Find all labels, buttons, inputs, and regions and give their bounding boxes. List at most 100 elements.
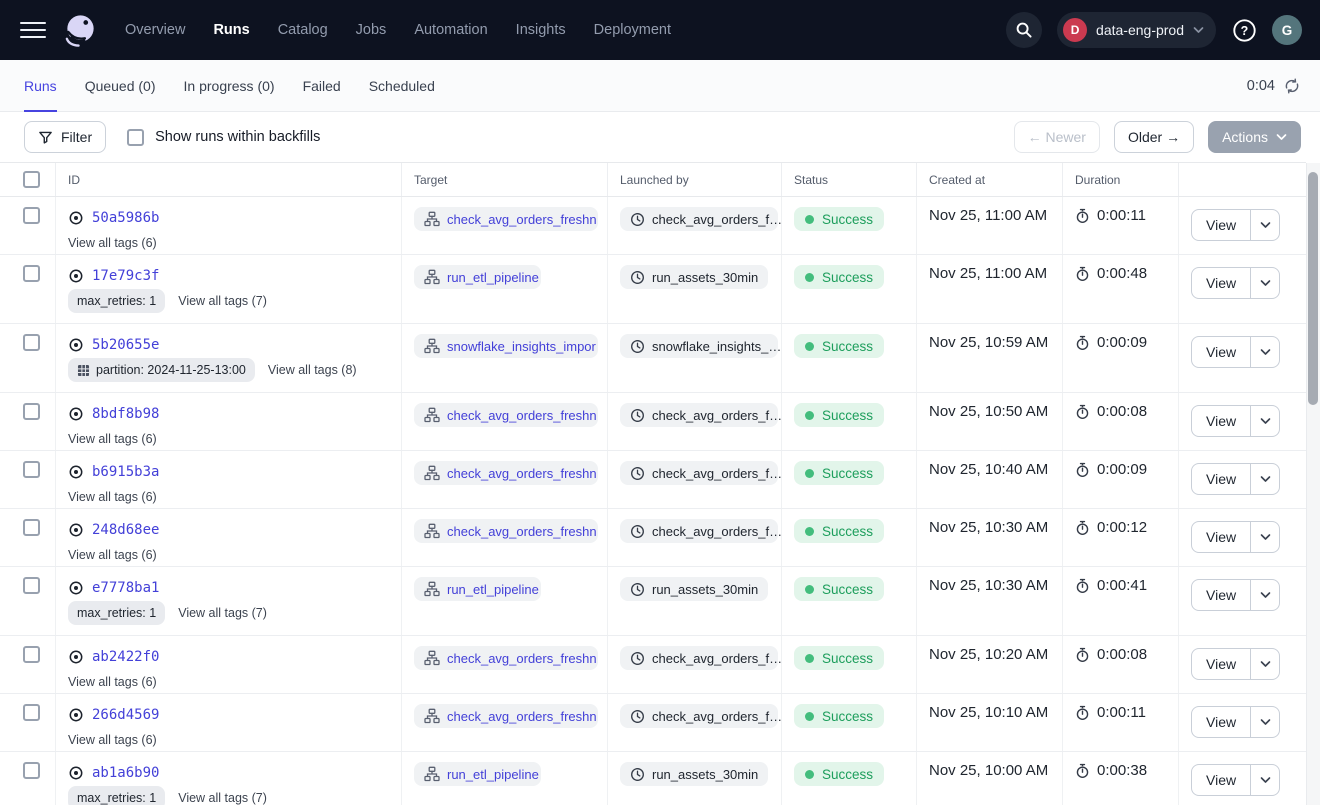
view-button[interactable]: View bbox=[1192, 649, 1250, 679]
run-id-link[interactable]: 8bdf8b98 bbox=[92, 406, 159, 422]
view-dropdown-button[interactable] bbox=[1250, 649, 1279, 679]
tab-scheduled[interactable]: Scheduled bbox=[369, 60, 435, 111]
view-dropdown-button[interactable] bbox=[1250, 406, 1279, 436]
launched-by-pill[interactable]: run_assets_30min bbox=[620, 577, 768, 601]
target-pill[interactable]: snowflake_insights_import bbox=[414, 334, 598, 358]
row-checkbox[interactable] bbox=[23, 461, 40, 478]
tab-queued-0[interactable]: Queued (0) bbox=[85, 60, 156, 111]
row-checkbox[interactable] bbox=[23, 207, 40, 224]
row-checkbox[interactable] bbox=[23, 334, 40, 351]
run-id-link[interactable]: ab2422f0 bbox=[92, 649, 159, 665]
view-button[interactable]: View bbox=[1192, 268, 1250, 298]
target-pill[interactable]: check_avg_orders_freshne bbox=[414, 519, 598, 543]
view-all-tags-link[interactable]: View all tags (6) bbox=[68, 432, 157, 446]
view-all-tags-link[interactable]: View all tags (6) bbox=[68, 675, 157, 689]
user-avatar[interactable]: G bbox=[1272, 15, 1302, 45]
target-pill[interactable]: run_etl_pipeline bbox=[414, 577, 541, 601]
view-button[interactable]: View bbox=[1192, 765, 1250, 795]
view-button[interactable]: View bbox=[1192, 707, 1250, 737]
help-button[interactable]: ? bbox=[1231, 17, 1257, 43]
nav-item-jobs[interactable]: Jobs bbox=[356, 22, 387, 38]
nav-item-deployment[interactable]: Deployment bbox=[594, 22, 671, 38]
row-checkbox[interactable] bbox=[23, 704, 40, 721]
launched-by-pill[interactable]: run_assets_30min bbox=[620, 265, 768, 289]
view-button[interactable]: View bbox=[1192, 337, 1250, 367]
older-button[interactable]: Older → bbox=[1114, 121, 1194, 153]
view-all-tags-link[interactable]: View all tags (6) bbox=[68, 733, 157, 747]
show-backfills-checkbox[interactable] bbox=[127, 129, 144, 146]
nav-item-insights[interactable]: Insights bbox=[516, 22, 566, 38]
run-id-link[interactable]: 50a5986b bbox=[92, 210, 159, 226]
dagster-logo-icon[interactable] bbox=[62, 12, 99, 49]
nav-item-overview[interactable]: Overview bbox=[125, 22, 185, 38]
launched-by-pill[interactable]: check_avg_orders_f… bbox=[620, 207, 778, 231]
target-pill[interactable]: check_avg_orders_freshne bbox=[414, 403, 598, 427]
target-pill[interactable]: run_etl_pipeline bbox=[414, 265, 541, 289]
select-all-checkbox[interactable] bbox=[23, 171, 40, 188]
view-button[interactable]: View bbox=[1192, 580, 1250, 610]
view-dropdown-button[interactable] bbox=[1250, 522, 1279, 552]
view-all-tags-link[interactable]: View all tags (7) bbox=[178, 606, 267, 620]
run-id-link[interactable]: e7778ba1 bbox=[92, 580, 159, 596]
row-checkbox[interactable] bbox=[23, 519, 40, 536]
view-dropdown-button[interactable] bbox=[1250, 268, 1279, 298]
run-id-link[interactable]: 266d4569 bbox=[92, 707, 159, 723]
target-pill[interactable]: run_etl_pipeline bbox=[414, 762, 541, 786]
chevron-down-icon bbox=[1260, 718, 1271, 726]
tab-in-progress-0[interactable]: In progress (0) bbox=[184, 60, 275, 111]
row-checkbox[interactable] bbox=[23, 403, 40, 420]
view-dropdown-button[interactable] bbox=[1250, 765, 1279, 795]
view-all-tags-link[interactable]: View all tags (7) bbox=[178, 294, 267, 308]
launched-by-pill[interactable]: check_avg_orders_f… bbox=[620, 403, 778, 427]
view-dropdown-button[interactable] bbox=[1250, 464, 1279, 494]
row-checkbox[interactable] bbox=[23, 762, 40, 779]
target-pill[interactable]: check_avg_orders_freshne bbox=[414, 704, 598, 728]
nav-item-catalog[interactable]: Catalog bbox=[278, 22, 328, 38]
launched-by-pill[interactable]: check_avg_orders_f… bbox=[620, 646, 778, 670]
tab-failed[interactable]: Failed bbox=[303, 60, 341, 111]
view-button[interactable]: View bbox=[1192, 406, 1250, 436]
view-dropdown-button[interactable] bbox=[1250, 707, 1279, 737]
filter-button[interactable]: Filter bbox=[24, 121, 106, 153]
view-dropdown-button[interactable] bbox=[1250, 580, 1279, 610]
launched-by-pill[interactable]: snowflake_insights_… bbox=[620, 334, 778, 358]
view-all-tags-link[interactable]: View all tags (6) bbox=[68, 548, 157, 562]
row-checkbox[interactable] bbox=[23, 265, 40, 282]
view-all-tags-link[interactable]: View all tags (6) bbox=[68, 490, 157, 504]
run-id-link[interactable]: 5b20655e bbox=[92, 337, 159, 353]
run-id-link[interactable]: 17e79c3f bbox=[92, 268, 159, 284]
refresh-icon[interactable] bbox=[1284, 78, 1300, 94]
newer-button[interactable]: ← Newer bbox=[1014, 121, 1100, 153]
hamburger-menu-icon[interactable] bbox=[20, 22, 46, 39]
deployment-switcher[interactable]: D data-eng-prod bbox=[1057, 12, 1216, 48]
run-id-link[interactable]: b6915b3a bbox=[92, 464, 159, 480]
launched-by-pill[interactable]: check_avg_orders_f… bbox=[620, 519, 778, 543]
target-pill[interactable]: check_avg_orders_freshne bbox=[414, 646, 598, 670]
nav-item-automation[interactable]: Automation bbox=[414, 22, 487, 38]
tab-runs[interactable]: Runs bbox=[24, 60, 57, 111]
search-button[interactable] bbox=[1006, 12, 1042, 48]
run-id-link[interactable]: ab1a6b90 bbox=[92, 765, 159, 781]
nav-item-runs[interactable]: Runs bbox=[213, 22, 249, 38]
view-all-tags-link[interactable]: View all tags (6) bbox=[68, 236, 157, 250]
row-checkbox[interactable] bbox=[23, 646, 40, 663]
target-pill[interactable]: check_avg_orders_freshne bbox=[414, 207, 598, 231]
refresh-countdown: 0:04 bbox=[1247, 78, 1275, 94]
row-checkbox[interactable] bbox=[23, 577, 40, 594]
run-id-link[interactable]: 248d68ee bbox=[92, 522, 159, 538]
launched-by-pill[interactable]: check_avg_orders_f… bbox=[620, 461, 778, 485]
view-button[interactable]: View bbox=[1192, 464, 1250, 494]
scrollbar-thumb[interactable] bbox=[1308, 172, 1318, 405]
target-pill[interactable]: check_avg_orders_freshne bbox=[414, 461, 598, 485]
job-graph-icon bbox=[424, 269, 440, 285]
view-dropdown-button[interactable] bbox=[1250, 210, 1279, 240]
view-button[interactable]: View bbox=[1192, 210, 1250, 240]
view-all-tags-link[interactable]: View all tags (7) bbox=[178, 791, 267, 805]
launched-by-pill[interactable]: run_assets_30min bbox=[620, 762, 768, 786]
view-all-tags-link[interactable]: View all tags (8) bbox=[268, 363, 357, 377]
actions-button[interactable]: Actions bbox=[1208, 121, 1301, 153]
launched-by-name: run_assets_30min bbox=[652, 767, 758, 782]
view-dropdown-button[interactable] bbox=[1250, 337, 1279, 367]
view-button[interactable]: View bbox=[1192, 522, 1250, 552]
launched-by-pill[interactable]: check_avg_orders_f… bbox=[620, 704, 778, 728]
